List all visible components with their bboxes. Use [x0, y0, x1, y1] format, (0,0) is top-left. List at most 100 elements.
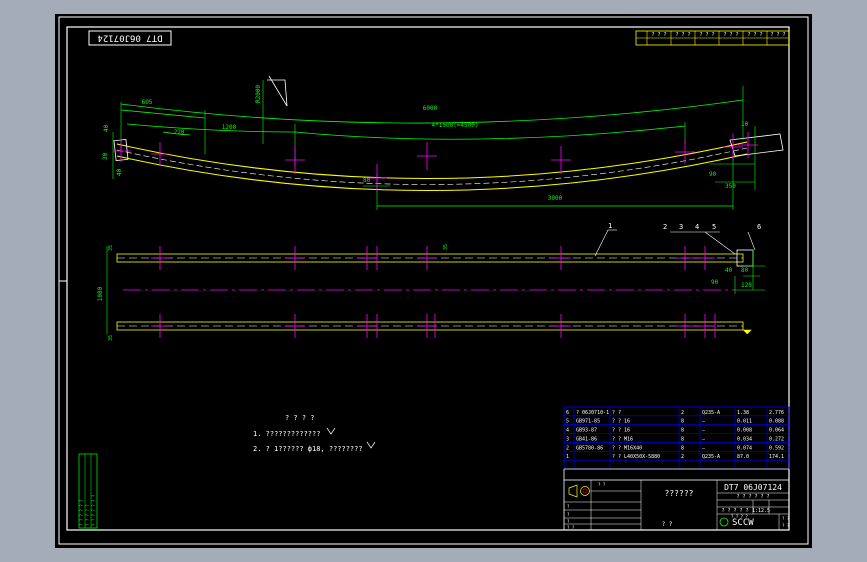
- bom-cell-w1: 0.034: [737, 436, 752, 442]
- sheet-outer-border: [58, 16, 809, 545]
- balloon-6: 6: [757, 223, 761, 231]
- bom-row: 1 ? ? L40X50X-5880 2 Q235-A 87.0 174.1: [566, 454, 784, 460]
- title-rev-4: ? ?: [567, 525, 575, 530]
- bom-cell-qty: 8: [681, 445, 684, 451]
- curved-member-bottom: [116, 153, 748, 191]
- bom-cell-code: GB93-87: [576, 428, 597, 434]
- curved-centerline: [116, 147, 748, 185]
- bom-cell-name: ? ?: [612, 410, 621, 416]
- projection-symbol-cone: [568, 484, 578, 498]
- bom-cell-no: 5: [566, 419, 569, 425]
- bom-cell-qty: 2: [681, 454, 684, 460]
- bom-cell-no: 2: [566, 445, 569, 451]
- header-cell-4: ? ? ?: [723, 32, 738, 38]
- side-stamp-line-2: ? ? ? ? ?: [85, 504, 90, 526]
- curved-member-top: [116, 141, 748, 179]
- dim-text-4500: 4*1500(=4500): [432, 122, 479, 129]
- company-name: SCCW: [732, 518, 754, 528]
- bom-cell-code: GB971-85: [576, 419, 600, 425]
- header-cell-5: ? ? ?: [747, 32, 762, 38]
- bom-cell-no: 4: [566, 428, 569, 434]
- dim-text-220: 220: [174, 129, 185, 136]
- bom-row: 4 GB93-87 ? ? 16 8 — 0.008 0.064: [566, 428, 784, 434]
- projection-symbol-circle-outer: [580, 486, 590, 496]
- bom-cell-w1: 1.38: [737, 410, 749, 416]
- balloon-1: 1: [608, 222, 612, 230]
- plan-view: 1080 35 35 35 40 80 120 90 1 2 3 4 5 6: [97, 222, 765, 341]
- title-rev-2: ?: [567, 512, 570, 517]
- bom-cell-w2: 0.272: [769, 436, 784, 442]
- bom-row: 6 ? 06J0710-1? ? 2 Q235-A 1.38 2.776: [566, 410, 784, 416]
- dim-text-40-left-bottom: 40: [116, 168, 123, 176]
- title-label-1: ? ?: [598, 482, 606, 487]
- bom-cell-mat: Q235-A: [702, 410, 720, 416]
- bom-row: 2 GB5780-86 ? ? M16X40 8 — 0.074 0.592: [566, 445, 784, 451]
- notes-block: ? ? ? ? 1. ????????????? 2. ? 1?????? ф1…: [253, 414, 376, 453]
- bom-cell-qty: 8: [681, 428, 684, 434]
- bom-cell-no: 1: [566, 454, 569, 460]
- title-scale: 1:12.5: [752, 508, 770, 514]
- top-right-header-table: ? ? ? ? ? ? ? ? ? ? ? ? ? ? ? ? ? ?: [635, 30, 790, 46]
- balloon-2: 2: [663, 223, 667, 231]
- leader-2-5: [704, 231, 736, 255]
- bom-cell-name: ? ? M16X40: [612, 445, 642, 451]
- company-cell-label: ? ? ? ?: [731, 514, 748, 519]
- dim-text-3000: 3000: [548, 195, 563, 202]
- bom-cell-name: ? ? 16: [612, 428, 630, 434]
- weld-symbol-2: [366, 441, 376, 449]
- title-rev-3: ?: [567, 519, 570, 524]
- dim-text-350: 350: [725, 183, 736, 190]
- title-right-cell-1: ? ?: [782, 516, 790, 521]
- side-stamp-line-1: ? ? ? ? ? ?: [79, 499, 84, 526]
- title-block: ?????? DT7 06J07124 ? ? ? ? ? ? ? ? ? ? …: [563, 468, 790, 531]
- header-cell-2: ? ? ?: [675, 32, 690, 38]
- bom-table: 6 ? 06J0710-1? ? 2 Q235-A 1.38 2.776 5 GB971-85…: [563, 406, 790, 470]
- title-check-label: ? ?: [662, 521, 673, 528]
- dim-arc-1200: [126, 123, 296, 133]
- balloon-4: 4: [695, 223, 699, 231]
- bom-cell-w1: 0.008: [737, 428, 752, 434]
- dim-text-80: 80: [363, 177, 371, 184]
- note-1: 1. ?????????????: [253, 430, 320, 438]
- bom-cell-w2: 174.1: [769, 454, 784, 460]
- dim-text-35-a: 35: [108, 245, 114, 251]
- bom-cell-no: 3: [566, 436, 569, 442]
- notes-title: ? ? ? ?: [285, 414, 315, 422]
- dim-text-6000: 6000: [423, 105, 438, 112]
- bom-cell-w1: 87.0: [737, 454, 749, 460]
- bom-cell-code: GB41-86: [576, 436, 597, 442]
- bom-cell-no: 6: [566, 410, 569, 416]
- bom-cell-mat: —: [702, 428, 706, 434]
- drawing-name: ??????: [665, 489, 694, 498]
- dim-text-1200: 1200: [222, 124, 237, 131]
- dim-text-30: 30: [102, 152, 109, 160]
- bom-cell-w1: 0.074: [737, 445, 752, 451]
- side-stamp: ? ? ? ? ? ? ? ? ? ? ? ? ? ? ? ? ? ?: [78, 453, 98, 529]
- drawing-svg: DT7 06J07124 ? ? ? ? ? ? ? ? ? ? ? ? ? ?…: [58, 16, 809, 545]
- dim-text-80-plan: 80: [741, 267, 749, 274]
- bom-row: 3 GB41-86 ? ? M16 8 — 0.034 0.272: [566, 436, 784, 442]
- weld-symbol-1: [326, 427, 336, 435]
- break-symbol: [267, 75, 288, 107]
- dim-text-35-b: 35: [108, 335, 114, 341]
- plan-arrow: [743, 329, 752, 335]
- bom-cell-w2: 0.064: [769, 428, 784, 434]
- bolt-markers-plan: [151, 246, 716, 338]
- dim-text-40-plan: 40: [725, 267, 733, 274]
- dim-arc-4500: [294, 125, 686, 140]
- bom-cell-w2: 2.776: [769, 410, 784, 416]
- title-drawing-code: DT7 06J07124: [724, 483, 782, 492]
- drawing-canvas[interactable]: DT7 06J07124 ? ? ? ? ? ? ? ? ? ? ? ? ? ?…: [55, 14, 812, 548]
- dim-text-40-left-top: 40: [103, 124, 110, 132]
- balloon-5: 5: [712, 223, 716, 231]
- bom-cell-w1: 0.011: [737, 419, 752, 425]
- bom-cell-w2: 0.592: [769, 445, 784, 451]
- leader-1: [594, 229, 609, 257]
- balloon-3: 3: [679, 223, 683, 231]
- dim-text-35-c: 35: [443, 244, 449, 250]
- bom-cell-mat: —: [702, 445, 706, 451]
- dim-text-605: 605: [142, 99, 153, 106]
- bom-cell-name: ? ? 16: [612, 419, 630, 425]
- cad-viewport[interactable]: DT7 06J07124 ? ? ? ? ? ? ? ? ? ? ? ? ? ?…: [0, 0, 867, 562]
- title-rev-1: ?: [567, 504, 570, 509]
